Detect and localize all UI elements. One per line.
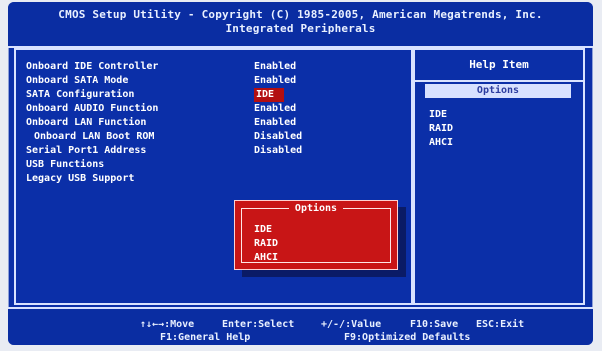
setting-label: Serial Port1 Address (26, 145, 147, 156)
setting-label: Onboard LAN Boot ROM (34, 131, 155, 142)
setting-label: Onboard SATA Mode (26, 75, 129, 86)
options-popup-frame: Options IDE RAID AHCI (241, 203, 391, 265)
options-popup-title-text: Options (288, 203, 344, 214)
help-title: Help Item (415, 50, 583, 82)
keybar-line-1: ↑↓←→:Move Enter:Select +/-/:Value F10:Sa… (8, 319, 593, 331)
options-popup: Options IDE RAID AHCI (234, 200, 398, 270)
help-pane: Help Item Options IDE RAID AHCI (413, 48, 585, 305)
option-ide[interactable]: IDE (254, 223, 278, 237)
key-move: ↑↓←→:Move (140, 319, 195, 330)
help-option: IDE (429, 109, 448, 120)
setting-value[interactable]: Enabled (254, 60, 296, 74)
title-copyright: CMOS Setup Utility - Copyright (C) 1985-… (58, 8, 543, 21)
keybar-line-2: F1:General Help F9:Optimized Defaults (8, 332, 593, 344)
setting-label: USB Functions (26, 159, 105, 170)
keybar: ↑↓←→:Move Enter:Select +/-/:Value F10:Sa… (8, 307, 593, 345)
setting-row-onboard-sata-mode[interactable]: Onboard SATA Mode Enabled (26, 74, 401, 88)
option-ahci[interactable]: AHCI (254, 251, 278, 265)
setting-row-onboard-ide-controller[interactable]: Onboard IDE Controller Enabled (26, 60, 401, 74)
bios-screen: CMOS Setup Utility - Copyright (C) 1985-… (8, 2, 593, 345)
help-subtitle: Options (425, 84, 571, 98)
key-exit: ESC:Exit (476, 319, 525, 330)
key-value: +/-/:Value (321, 319, 382, 330)
setting-row-onboard-lan-function[interactable]: Onboard LAN Function Enabled (26, 116, 401, 130)
options-list: IDE RAID AHCI (254, 223, 278, 265)
key-save: F10:Save (410, 319, 459, 330)
setting-row-onboard-lan-boot-rom[interactable]: Onboard LAN Boot ROM Disabled (26, 130, 401, 144)
help-option: RAID (429, 123, 454, 134)
help-options-list: IDE RAID AHCI (429, 108, 453, 150)
setting-label: SATA Configuration (26, 89, 135, 100)
option-raid[interactable]: RAID (254, 237, 278, 251)
setting-row-legacy-usb-support[interactable]: Legacy USB Support (26, 172, 401, 186)
setting-value[interactable]: Disabled (254, 144, 302, 158)
setting-row-onboard-audio-function[interactable]: Onboard AUDIO Function Enabled (26, 102, 401, 116)
help-option: AHCI (429, 137, 454, 148)
setting-label: Onboard LAN Function (26, 117, 147, 128)
page-title: Integrated Peripherals (225, 22, 376, 35)
key-optimized-defaults: F9:Optimized Defaults (344, 332, 471, 343)
title-bar: CMOS Setup Utility - Copyright (C) 1985-… (8, 2, 593, 48)
setting-value-selected[interactable]: IDE (254, 88, 285, 102)
setting-value[interactable]: Enabled (254, 102, 296, 116)
setting-row-sata-configuration[interactable]: SATA Configuration IDE (26, 88, 401, 102)
setting-row-serial-port1-address[interactable]: Serial Port1 Address Disabled (26, 144, 401, 158)
options-popup-title: Options (242, 203, 390, 215)
key-select: Enter:Select (222, 319, 295, 330)
setting-label: Legacy USB Support (26, 173, 135, 184)
setting-label: Onboard AUDIO Function (26, 103, 159, 114)
setting-label: Onboard IDE Controller (26, 61, 159, 72)
main-settings-pane: Onboard IDE Controller Enabled Onboard S… (14, 48, 413, 305)
setting-value[interactable]: Enabled (254, 74, 296, 88)
key-general-help: F1:General Help (160, 332, 251, 343)
setting-value[interactable]: Disabled (254, 130, 302, 144)
setting-value[interactable]: Enabled (254, 116, 296, 130)
setting-row-usb-functions[interactable]: USB Functions (26, 158, 401, 172)
